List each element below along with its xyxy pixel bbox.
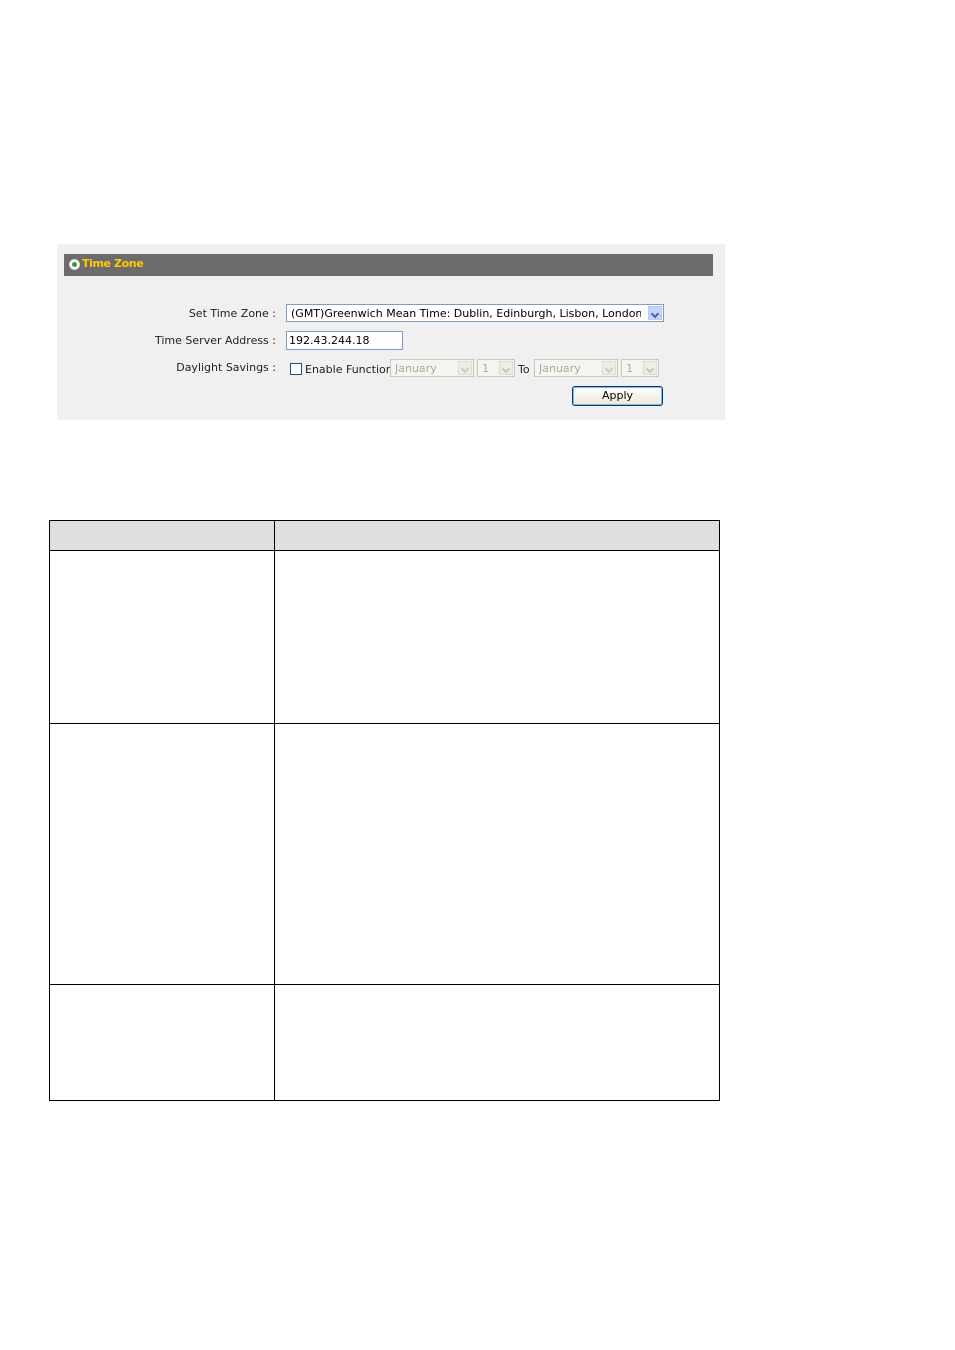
chevron-down-icon[interactable] [602, 361, 616, 375]
table-header-row [50, 521, 719, 551]
set-time-zone-label: Set Time Zone : [188, 307, 276, 320]
chevron-down-icon[interactable] [648, 306, 662, 320]
time-zone-select[interactable]: (GMT)Greenwich Mean Time: Dublin, Edinbu… [286, 304, 664, 322]
enable-function-label[interactable]: Enable Function [305, 363, 393, 376]
chevron-down-icon[interactable] [458, 361, 472, 375]
start-month-select[interactable]: January [390, 359, 474, 377]
time-zone-panel: Time Zone Set Time Zone : (GMT)Greenwich… [57, 244, 725, 420]
time-server-input[interactable]: 192.43.244.18 [286, 331, 403, 350]
time-zone-value: (GMT)Greenwich Mean Time: Dublin, Edinbu… [291, 307, 641, 320]
panel-header: Time Zone [64, 254, 713, 276]
table-row-divider [50, 984, 719, 985]
chevron-down-icon[interactable] [499, 361, 513, 375]
table-column-divider [274, 521, 275, 1100]
table-row-divider [50, 723, 719, 724]
start-day-select[interactable]: 1 [477, 359, 515, 377]
end-day-value: 1 [626, 362, 633, 375]
description-table [49, 520, 720, 1101]
to-label: To [518, 363, 530, 376]
enable-function-checkbox[interactable] [290, 363, 302, 375]
start-month-value: January [395, 362, 437, 375]
panel-title: Time Zone [82, 257, 144, 270]
end-day-select[interactable]: 1 [621, 359, 659, 377]
start-day-value: 1 [482, 362, 489, 375]
time-server-value: 192.43.244.18 [289, 334, 370, 347]
radio-bullet-icon [69, 259, 80, 270]
end-month-select[interactable]: January [534, 359, 618, 377]
daylight-savings-label: Daylight Savings : [176, 361, 276, 374]
chevron-down-icon[interactable] [643, 361, 657, 375]
time-server-label: Time Server Address : [155, 334, 276, 347]
end-month-value: January [539, 362, 581, 375]
apply-button[interactable]: Apply [572, 386, 663, 406]
